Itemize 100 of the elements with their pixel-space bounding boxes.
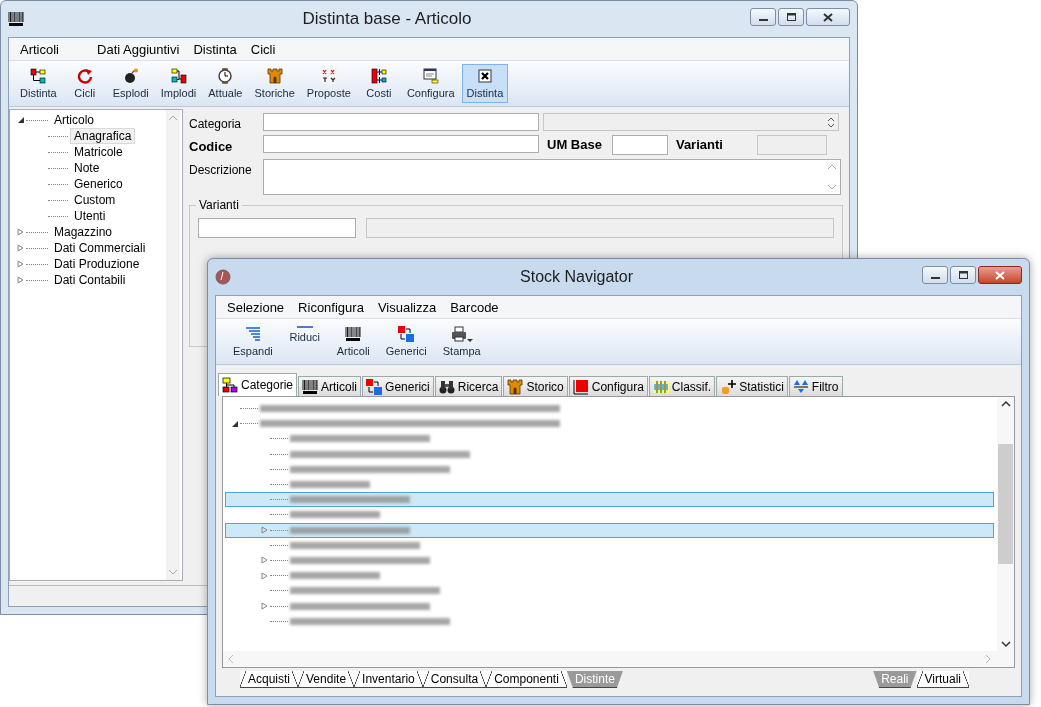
toolbar-button[interactable]: Cicli: [63, 64, 106, 103]
bomb-icon: [122, 68, 139, 84]
text-field[interactable]: [263, 113, 539, 131]
menu-item[interactable]: Dati Aggiuntivi: [90, 39, 187, 59]
tower-icon: [507, 378, 524, 395]
toolbar-button[interactable]: Distinta: [15, 64, 62, 103]
tree-item[interactable]: Utenti: [70, 208, 110, 224]
maximize-button[interactable]: [950, 266, 976, 284]
tree-item[interactable]: Dati Commerciali: [50, 240, 150, 256]
tab[interactable]: Configura: [568, 376, 648, 396]
watch-icon: [217, 68, 234, 84]
toolbar-button[interactable]: Espandi: [228, 322, 278, 361]
caret-icon: [466, 339, 473, 342]
field-label: Codice: [189, 138, 234, 154]
tab[interactable]: Inventario: [354, 671, 423, 688]
spin-arrows-icon: [827, 116, 835, 128]
minus-icon: [296, 326, 313, 328]
tab[interactable]: Vendite: [298, 671, 355, 688]
tab[interactable]: Acquisti: [240, 671, 299, 688]
field-label: UM Base: [546, 136, 603, 152]
collapsed-triangle-icon[interactable]: [17, 244, 25, 252]
x-document-icon: [476, 68, 493, 84]
toolbar-button[interactable]: Attuale: [203, 64, 248, 103]
collapsed-triangle-icon: [261, 526, 269, 535]
plus-cylinder-icon: [720, 378, 737, 395]
tab[interactable]: Virtuali: [916, 671, 969, 688]
field-label: Descrizione: [189, 162, 253, 177]
minimize-button[interactable]: [922, 266, 948, 284]
toolbar-button[interactable]: Generici: [380, 322, 432, 361]
close-icon: [995, 270, 1005, 280]
menu-item[interactable]: Articoli: [13, 39, 66, 59]
toolbar-button[interactable]: Riduci: [283, 322, 326, 347]
circular-arrow-icon: [76, 68, 93, 84]
menu-item[interactable]: Barcode: [443, 297, 506, 317]
tree-item[interactable]: Note: [70, 160, 104, 176]
minimize-icon: [758, 19, 768, 21]
printer-icon: [450, 326, 467, 342]
tab[interactable]: Ricerca: [434, 376, 503, 396]
tab[interactable]: Consulta: [422, 671, 487, 688]
text-area[interactable]: [263, 159, 841, 195]
menu-item[interactable]: Cicli: [243, 39, 283, 59]
minimize-icon: [930, 277, 940, 279]
binoculars-icon: [438, 378, 455, 395]
tree-item[interactable]: Dati Produzione: [50, 256, 144, 272]
tree-item[interactable]: Articolo: [50, 112, 98, 128]
toolbar-button[interactable]: Stampa: [437, 322, 486, 361]
toolbar-button[interactable]: Costi: [357, 64, 400, 103]
collapsed-triangle-icon[interactable]: [17, 260, 25, 268]
hierarchy-icon: [170, 68, 187, 84]
field-label: Categoria: [189, 116, 243, 131]
collapsed-triangle-icon[interactable]: [17, 228, 25, 236]
barcode-icon: [345, 326, 362, 342]
horizontal-scrollbar[interactable]: [223, 651, 1014, 667]
toolbar-button[interactable]: Distinta: [461, 64, 509, 103]
expanded-triangle-icon[interactable]: [17, 116, 25, 124]
tab[interactable]: Filtro: [788, 376, 843, 396]
spin-field[interactable]: [543, 113, 839, 131]
tree-item[interactable]: Matricole: [70, 144, 127, 160]
close-button[interactable]: [978, 266, 1022, 284]
text-field[interactable]: [263, 135, 539, 153]
minimize-button[interactable]: [750, 8, 776, 26]
vertical-scrollbar[interactable]: [997, 397, 1014, 651]
hierarchy-icon: [222, 377, 238, 393]
scroll-down-icon: [1000, 640, 1011, 648]
collapsed-triangle-icon[interactable]: [17, 276, 25, 284]
menu-item[interactable]: Visualizza: [370, 297, 444, 317]
scroll-right-icon: [984, 654, 992, 664]
tree-item[interactable]: Generico: [70, 176, 127, 192]
maximize-button[interactable]: [778, 8, 804, 26]
group-title: Varianti: [196, 198, 242, 212]
toolbar-button[interactable]: Configura: [401, 64, 460, 103]
window-icon: [422, 68, 439, 84]
tree-item[interactable]: Custom: [70, 192, 120, 208]
expanded-triangle-icon: [231, 419, 239, 428]
text-field[interactable]: [611, 135, 668, 155]
toolbar-button[interactable]: Implodi: [155, 64, 202, 103]
menu-item[interactable]: Riconfigura: [291, 297, 371, 317]
tab[interactable]: Generici: [362, 376, 434, 396]
tree-item[interactable]: Anagrafica: [70, 128, 136, 144]
tab[interactable]: Statistici: [716, 376, 788, 396]
tree-item[interactable]: Dati Contabili: [50, 272, 130, 288]
tab[interactable]: Componenti: [486, 671, 567, 688]
tab[interactable]: Categorie: [218, 373, 298, 396]
binders-icon: [652, 378, 669, 395]
close-button[interactable]: [806, 8, 850, 26]
toolbar-button[interactable]: Proposte: [301, 64, 356, 103]
text-field[interactable]: [198, 218, 356, 238]
tree-item[interactable]: Magazzino: [50, 224, 117, 240]
toolbar-button[interactable]: Esplodi: [107, 64, 154, 103]
tab[interactable]: Storico: [503, 376, 568, 396]
tab[interactable]: Classif.: [648, 376, 716, 396]
menu-item[interactable]: Distinta: [186, 39, 244, 59]
toolbar-button[interactable]: Articoli: [331, 322, 375, 361]
menu-item[interactable]: Selezione: [220, 297, 292, 317]
collapsed-triangle-icon: [261, 602, 269, 611]
scroll-left-icon: [227, 654, 235, 664]
tab[interactable]: Articoli: [298, 376, 362, 396]
swap-icon: [366, 378, 383, 395]
toolbar-button[interactable]: Storiche: [249, 64, 300, 103]
formula-icon: [320, 68, 337, 84]
